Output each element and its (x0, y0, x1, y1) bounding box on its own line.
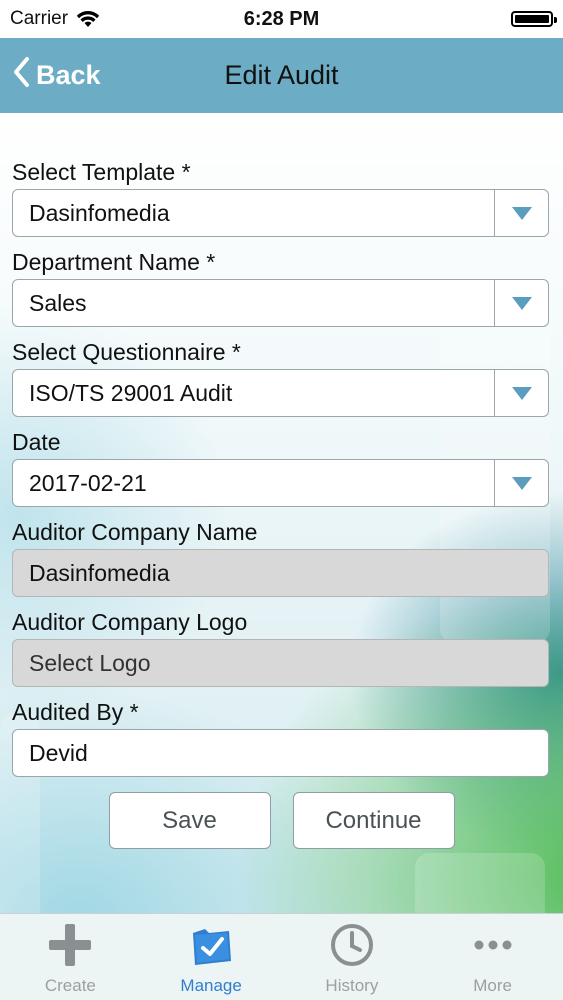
clock-icon (329, 920, 375, 970)
date-dropdown[interactable]: 2017-02-21 (12, 459, 549, 507)
manage-check-icon (187, 920, 235, 970)
select-questionnaire-dropdown-button[interactable] (494, 370, 548, 416)
select-questionnaire-dropdown[interactable]: ISO/TS 29001 Audit (12, 369, 549, 417)
select-questionnaire-label: Select Questionnaire * (12, 339, 241, 365)
audited-by-value: Devid (29, 739, 88, 766)
tab-bar: Create Manage History More (0, 913, 563, 1000)
tab-history-label: History (325, 976, 379, 995)
navigation-bar: Back Edit Audit (0, 38, 563, 113)
back-button[interactable]: Back (12, 38, 101, 113)
department-name-value: Sales (29, 289, 87, 316)
department-name-dropdown[interactable]: Sales (12, 279, 549, 327)
chevron-down-icon (511, 386, 532, 400)
back-label: Back (36, 60, 101, 90)
edit-audit-form: Select Template * Dasinfomedia Departmen… (12, 153, 549, 783)
select-template-value: Dasinfomedia (29, 199, 170, 226)
date-label: Date (12, 429, 61, 455)
auditor-company-logo-value: Select Logo (29, 649, 151, 676)
tab-more-label: More (473, 976, 512, 995)
plus-icon (47, 920, 93, 970)
auditor-company-logo-field[interactable]: Select Logo (12, 639, 549, 687)
status-bar: Carrier 6:28 PM (0, 0, 563, 38)
wifi-icon (76, 10, 100, 28)
tab-manage-label: Manage (180, 976, 242, 995)
auditor-company-name-field: Dasinfomedia (12, 549, 549, 597)
chevron-left-icon (12, 56, 30, 95)
department-name-dropdown-button[interactable] (494, 280, 548, 326)
department-name-label: Department Name * (12, 249, 216, 275)
auditor-company-logo-label: Auditor Company Logo (12, 609, 248, 635)
tab-create-label: Create (44, 976, 96, 995)
auditor-company-name-label: Auditor Company Name (12, 519, 258, 545)
audited-by-input[interactable]: Devid (12, 729, 549, 777)
select-template-dropdown-button[interactable] (494, 190, 548, 236)
continue-button[interactable]: Continue (292, 792, 455, 849)
auditor-company-name-value: Dasinfomedia (29, 559, 170, 586)
select-questionnaire-value: ISO/TS 29001 Audit (29, 379, 233, 406)
audited-by-label: Audited By * (12, 699, 139, 725)
tab-more[interactable]: More (422, 914, 563, 1000)
chevron-down-icon (511, 296, 532, 310)
carrier-label: Carrier (10, 8, 69, 29)
tab-history[interactable]: History (282, 914, 423, 1000)
battery-icon (511, 11, 557, 27)
save-button[interactable]: Save (108, 792, 271, 849)
select-template-label: Select Template * (12, 159, 191, 185)
chevron-down-icon (511, 476, 532, 490)
select-template-dropdown[interactable]: Dasinfomedia (12, 189, 549, 237)
more-dots-icon (473, 920, 513, 970)
chevron-down-icon (511, 206, 532, 220)
form-actions: Save Continue (0, 792, 563, 849)
date-value: 2017-02-21 (29, 469, 147, 496)
date-dropdown-button[interactable] (494, 460, 548, 506)
tab-create[interactable]: Create (0, 914, 141, 1000)
tab-manage[interactable]: Manage (141, 914, 282, 1000)
